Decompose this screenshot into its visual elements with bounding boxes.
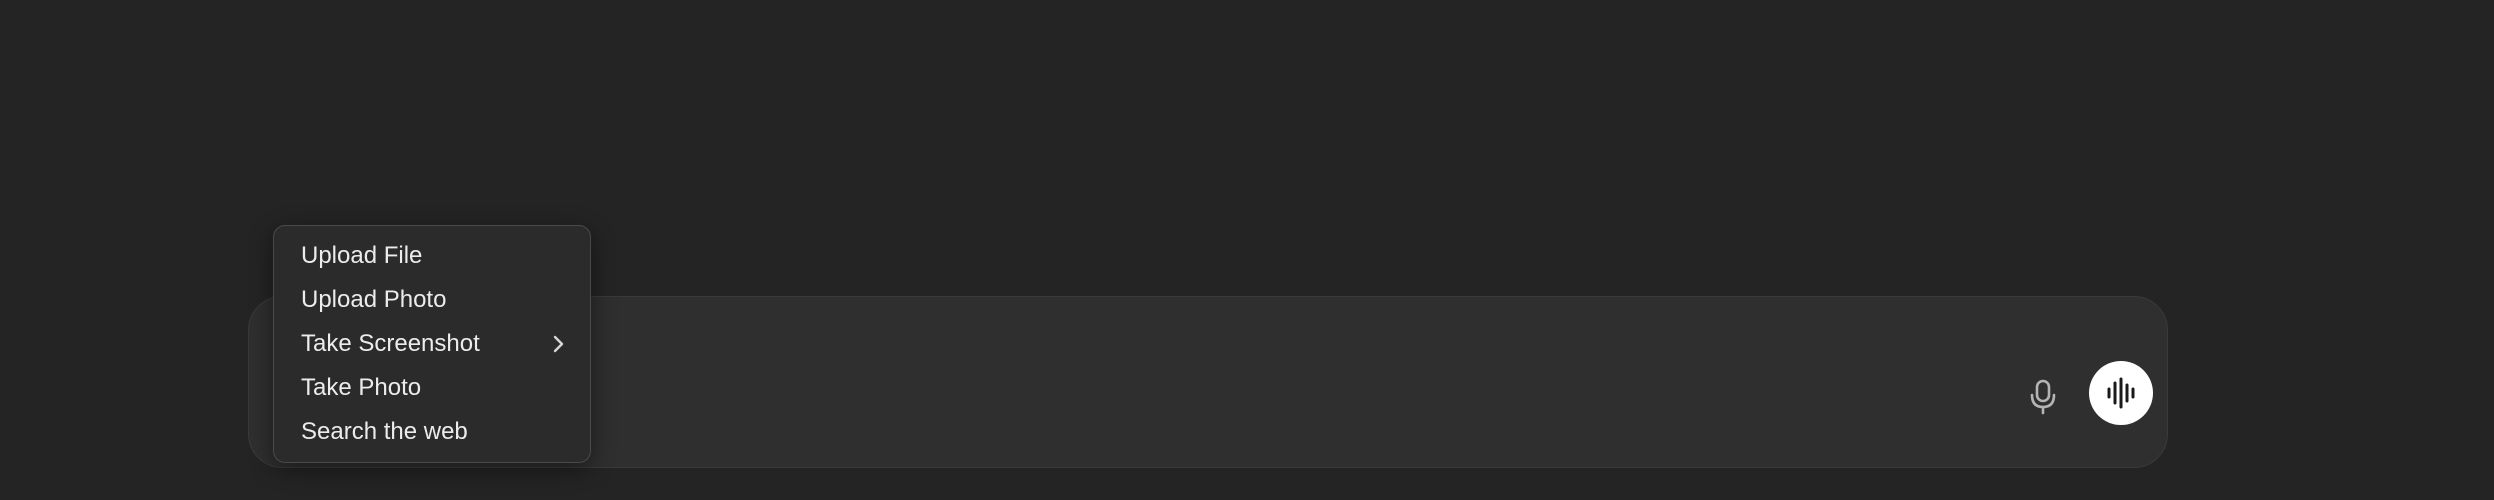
menu-item-label: Search the web bbox=[301, 418, 468, 445]
menu-item-take-screenshot[interactable]: Take Screenshot bbox=[274, 322, 590, 366]
chevron-right-icon bbox=[553, 335, 564, 353]
menu-item-upload-file[interactable]: Upload File bbox=[274, 234, 590, 278]
menu-item-take-photo[interactable]: Take Photo bbox=[274, 366, 590, 410]
dictate-button[interactable] bbox=[2011, 365, 2075, 429]
app-window: Upload File Upload Photo Take Screenshot… bbox=[0, 0, 2494, 500]
voice-mode-button[interactable] bbox=[2089, 361, 2153, 425]
menu-item-upload-photo[interactable]: Upload Photo bbox=[274, 278, 590, 322]
voice-waveform-icon bbox=[2107, 377, 2135, 409]
menu-item-search-web[interactable]: Search the web bbox=[274, 410, 590, 454]
menu-item-label: Upload File bbox=[301, 242, 423, 269]
attach-menu: Upload File Upload Photo Take Screenshot… bbox=[273, 225, 591, 463]
menu-item-label: Upload Photo bbox=[301, 286, 447, 313]
microphone-icon bbox=[2030, 379, 2056, 415]
menu-item-label: Take Photo bbox=[301, 374, 422, 401]
menu-item-label: Take Screenshot bbox=[301, 330, 480, 357]
